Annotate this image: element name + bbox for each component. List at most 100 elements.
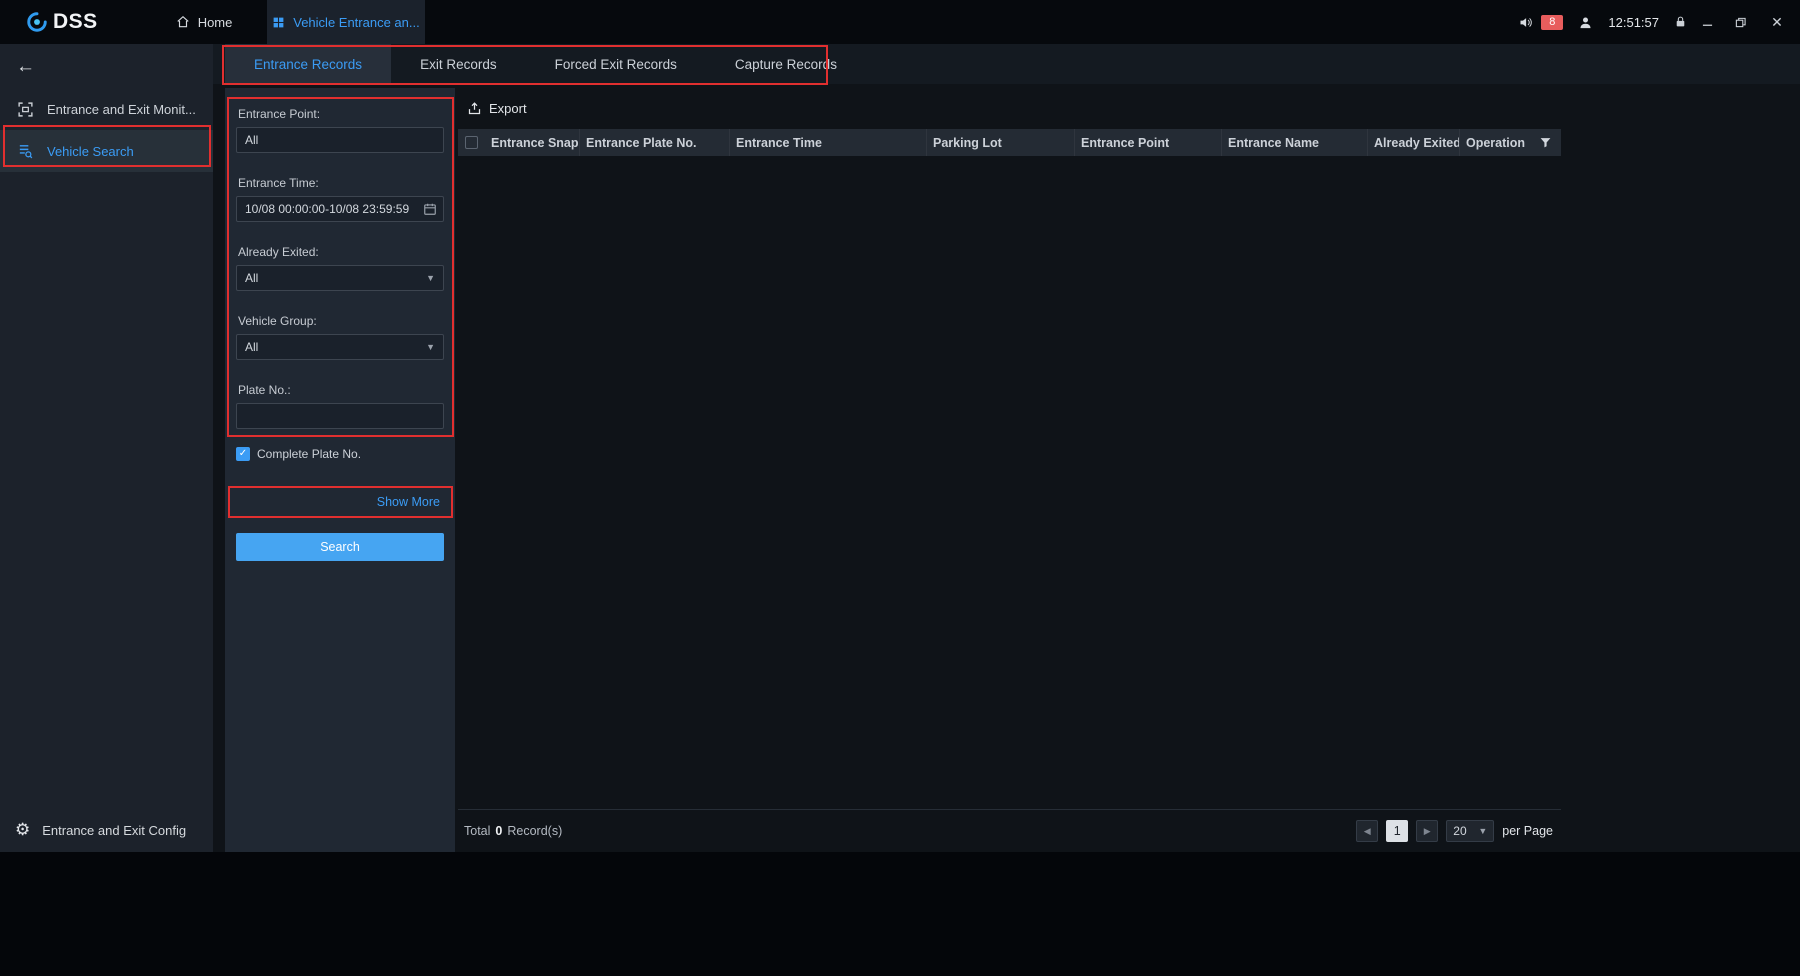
tab-label: Entrance Records [254, 57, 362, 72]
complete-plate-label: Complete Plate No. [257, 447, 361, 461]
entrance-point-input[interactable] [236, 127, 444, 153]
already-exited-value: All [245, 271, 258, 285]
tab-exit-records[interactable]: Exit Records [391, 44, 526, 84]
filter-panel: Entrance Point: Entrance Time: Already E… [225, 88, 455, 852]
col-parking-lot[interactable]: Parking Lot [927, 129, 1075, 156]
already-exited-label: Already Exited: [238, 245, 444, 259]
col-label: Already Exited [1374, 136, 1460, 150]
back-icon[interactable]: ← [16, 56, 35, 77]
show-more-row: Show More [236, 493, 440, 511]
records-table-area: Export Entrance Snap... Entrance Plate N… [458, 88, 1561, 852]
col-entrance-time[interactable]: Entrance Time [730, 129, 927, 156]
entrance-point-label: Entrance Point: [238, 107, 444, 121]
sidebar-item-entrance-exit-config[interactable]: ⚙ Entrance and Exit Config [0, 809, 213, 851]
main-area: Entrance Records Exit Records Forced Exi… [213, 44, 1800, 852]
lock-icon[interactable] [1674, 15, 1687, 29]
col-label: Entrance Point [1081, 136, 1169, 150]
per-page-label: per Page [1502, 824, 1553, 838]
sidebar-item-entrance-exit-monitoring[interactable]: Entrance and Exit Monit... [0, 88, 213, 130]
dss-logo-icon [26, 11, 48, 33]
show-more-link[interactable]: Show More [377, 495, 440, 509]
calendar-icon[interactable] [423, 202, 437, 216]
vehicle-group-select[interactable]: All ▼ [236, 334, 444, 360]
tab-label: Forced Exit Records [555, 57, 677, 72]
tab-label: Capture Records [735, 57, 837, 72]
col-operation[interactable]: Operation [1460, 129, 1532, 156]
vehicle-group-value: All [245, 340, 258, 354]
export-label: Export [489, 101, 527, 116]
close-button[interactable]: ✕ [1768, 14, 1786, 31]
chevron-left-icon: ◀ [1364, 826, 1371, 837]
filter-funnel-icon[interactable] [1539, 136, 1552, 149]
page-size-value: 20 [1453, 824, 1466, 838]
topbar-right-cluster: 8 12:51:57 ✕ [1517, 0, 1786, 44]
col-entrance-snapshot[interactable]: Entrance Snap... [485, 129, 580, 156]
sidebar-item-label: Vehicle Search [47, 144, 134, 159]
grid-icon [272, 16, 285, 29]
record-tabs: Entrance Records Exit Records Forced Exi… [213, 44, 1800, 84]
chevron-right-icon: ▶ [1424, 826, 1431, 837]
app-logo: DSS [26, 10, 98, 34]
col-label: Parking Lot [933, 136, 1002, 150]
col-label: Entrance Plate No. [586, 136, 696, 150]
col-label: Entrance Name [1228, 136, 1319, 150]
table-body-empty [458, 156, 1561, 767]
tab-label: Exit Records [420, 57, 497, 72]
tab-vehicle-entrance-label: Vehicle Entrance an... [293, 15, 419, 30]
vehicle-search-icon [17, 143, 34, 160]
export-icon [467, 101, 482, 116]
home-icon [176, 15, 190, 29]
chevron-down-icon: ▼ [426, 342, 435, 352]
sidebar-footer-label: Entrance and Exit Config [42, 823, 186, 838]
col-label: Entrance Time [736, 136, 822, 150]
col-label: Operation [1466, 136, 1525, 150]
tab-home[interactable]: Home [156, 0, 253, 44]
col-entrance-plate-no[interactable]: Entrance Plate No. [580, 129, 730, 156]
select-all-checkbox[interactable] [465, 136, 478, 149]
already-exited-select[interactable]: All ▼ [236, 265, 444, 291]
sidebar: ← Entrance and Exit Monit... Vehicle Sea… [0, 44, 213, 852]
col-already-exited[interactable]: Already Exited [1368, 129, 1460, 156]
next-page-button[interactable]: ▶ [1416, 820, 1438, 842]
prev-page-button[interactable]: ◀ [1356, 820, 1378, 842]
page-size-select[interactable]: 20 ▼ [1446, 820, 1494, 842]
restore-button[interactable] [1735, 17, 1753, 28]
plate-no-input[interactable] [236, 403, 444, 429]
column-filter-cell [1532, 129, 1561, 156]
col-label: Entrance Snap... [491, 136, 580, 150]
top-bar: DSS Home Vehicle Entrance an... 8 [0, 0, 1800, 44]
total-prefix: Total [464, 824, 490, 838]
tab-entrance-records[interactable]: Entrance Records [225, 44, 391, 84]
complete-plate-row: ✓ Complete Plate No. [236, 447, 444, 461]
monitoring-icon [17, 101, 34, 118]
total-count: 0 [495, 824, 502, 838]
complete-plate-checkbox[interactable]: ✓ [236, 447, 250, 461]
tab-vehicle-entrance[interactable]: Vehicle Entrance an... [267, 0, 425, 44]
col-entrance-name[interactable]: Entrance Name [1222, 129, 1368, 156]
app-window: DSS Home Vehicle Entrance an... 8 [0, 0, 1800, 852]
speaker-icon[interactable] [1517, 15, 1534, 30]
minimize-button[interactable] [1702, 17, 1720, 28]
tab-capture-records[interactable]: Capture Records [706, 44, 866, 84]
alarm-count-badge[interactable]: 8 [1541, 15, 1563, 30]
user-icon[interactable] [1578, 15, 1593, 30]
entrance-time-input[interactable] [236, 196, 444, 222]
sidebar-item-vehicle-search[interactable]: Vehicle Search [0, 130, 213, 172]
search-button[interactable]: Search [236, 533, 444, 561]
total-records: Total 0 Record(s) [464, 824, 562, 838]
header-checkbox-cell [458, 129, 485, 156]
total-suffix: Record(s) [507, 824, 562, 838]
sidebar-item-label: Entrance and Exit Monit... [47, 102, 196, 117]
tab-home-label: Home [198, 15, 233, 30]
chevron-down-icon: ▼ [426, 273, 435, 283]
logo-text: DSS [53, 10, 98, 34]
table-header: Entrance Snap... Entrance Plate No. Entr… [458, 129, 1561, 156]
tab-forced-exit-records[interactable]: Forced Exit Records [526, 44, 706, 84]
col-entrance-point[interactable]: Entrance Point [1075, 129, 1222, 156]
plate-no-label: Plate No.: [238, 383, 444, 397]
clock: 12:51:57 [1608, 15, 1659, 30]
export-button[interactable]: Export [458, 88, 548, 129]
current-page[interactable]: 1 [1386, 820, 1408, 842]
vehicle-group-label: Vehicle Group: [238, 314, 444, 328]
entrance-time-label: Entrance Time: [238, 176, 444, 190]
